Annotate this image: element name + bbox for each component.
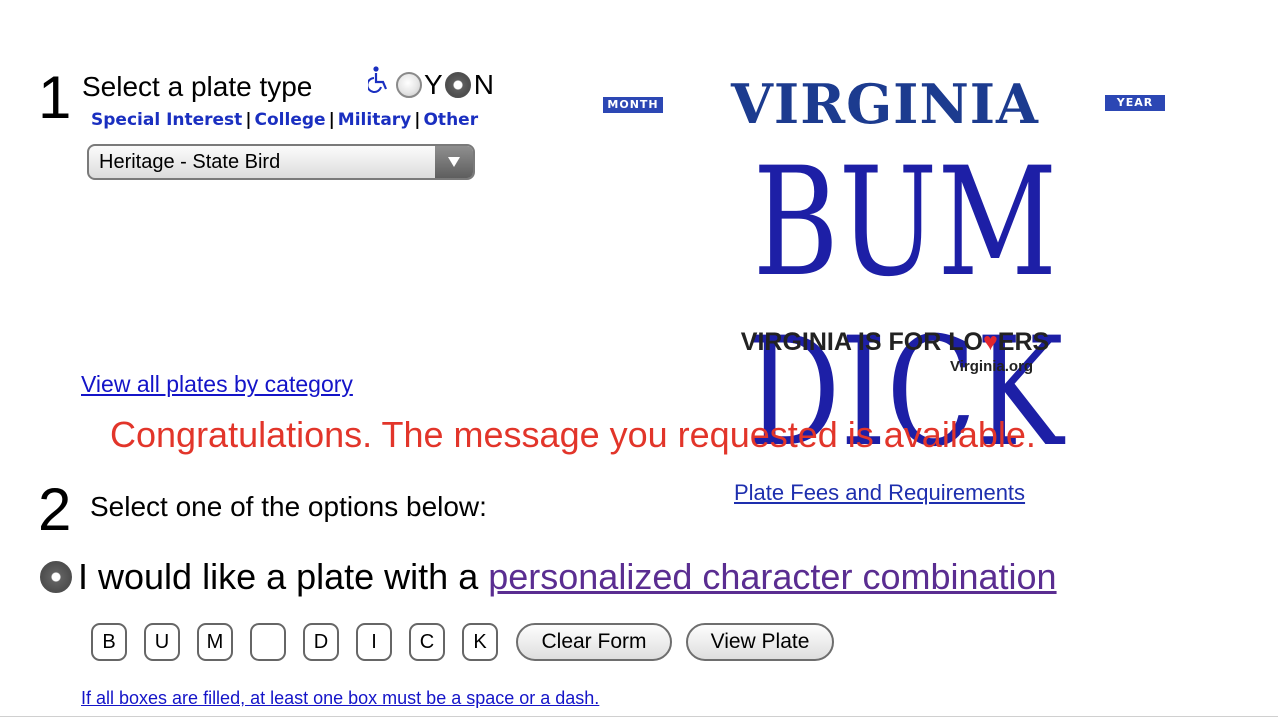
category-link-special-interest[interactable]: Special Interest: [91, 110, 242, 130]
personalized-option-radio[interactable]: [40, 561, 72, 593]
step-2-number: 2: [38, 476, 72, 543]
accessible-no-radio[interactable]: [444, 72, 471, 98]
plate-preview: MONTH YEAR VIRGINIA BUM DICK VIRGINIA IS…: [585, 70, 1225, 478]
plate-slogan-start: VIRGINIA IS FOR LO: [740, 328, 983, 356]
character-rule-link[interactable]: If all boxes are filled, at least one bo…: [81, 688, 599, 709]
plate-state-name: VIRGINIA: [731, 72, 1039, 136]
plate-year-sticker: YEAR: [1105, 95, 1165, 111]
category-separator: |: [328, 110, 335, 130]
character-input-row: B U M D I C K: [91, 623, 498, 661]
personalized-option: I would like a plate with a personalized…: [40, 556, 1057, 598]
plate-slogan: VIRGINIA IS FOR LO♥ERS: [715, 328, 1075, 357]
char-input-6[interactable]: I: [356, 623, 392, 661]
plate-slogan-end: ERS: [997, 328, 1050, 356]
category-link-college[interactable]: College: [255, 110, 326, 130]
char-input-4[interactable]: [250, 623, 286, 661]
heart-icon: ♥: [982, 328, 998, 356]
bottom-divider: [0, 716, 1278, 717]
plate-type-select-value: Heritage - State Bird: [99, 150, 281, 173]
step-1-number: 1: [38, 64, 72, 131]
step-1-label: Select a plate type: [82, 71, 313, 102]
plate-type-select[interactable]: Heritage - State Bird: [87, 144, 475, 180]
char-input-8[interactable]: K: [462, 623, 498, 661]
char-input-3[interactable]: M: [197, 623, 233, 661]
category-link-military[interactable]: Military: [338, 110, 411, 130]
char-input-7[interactable]: C: [409, 623, 445, 661]
step-2-label: Select one of the options below:: [90, 491, 487, 522]
view-all-plates-link[interactable]: View all plates by category: [81, 371, 353, 398]
accessible-yes-radio[interactable]: [396, 72, 422, 98]
personalized-option-label: I would like a plate with a: [78, 556, 489, 597]
view-plate-button[interactable]: View Plate: [686, 623, 834, 661]
plate-month-sticker: MONTH: [603, 97, 663, 113]
accessible-plate-toggle: Y N: [368, 62, 494, 108]
personalized-combination-link[interactable]: personalized character combination: [488, 556, 1056, 598]
accessible-no-label: N: [473, 69, 494, 100]
plate-website: Virginia.org: [950, 358, 1034, 375]
char-input-1[interactable]: B: [91, 623, 127, 661]
category-separator: |: [414, 110, 421, 130]
wheelchair-icon: [368, 66, 388, 93]
availability-message: Congratulations. The message you request…: [110, 414, 1036, 455]
category-link-other[interactable]: Other: [423, 110, 478, 130]
plate-fees-link[interactable]: Plate Fees and Requirements: [734, 480, 1025, 506]
char-input-2[interactable]: U: [144, 623, 180, 661]
plate-category-links: Special Interest | College | Military | Other: [91, 110, 478, 130]
accessible-yes-label: Y: [424, 69, 443, 100]
char-input-5[interactable]: D: [303, 623, 339, 661]
clear-form-button[interactable]: Clear Form: [516, 623, 672, 661]
chevron-down-icon[interactable]: [435, 146, 473, 178]
category-separator: |: [245, 110, 252, 130]
